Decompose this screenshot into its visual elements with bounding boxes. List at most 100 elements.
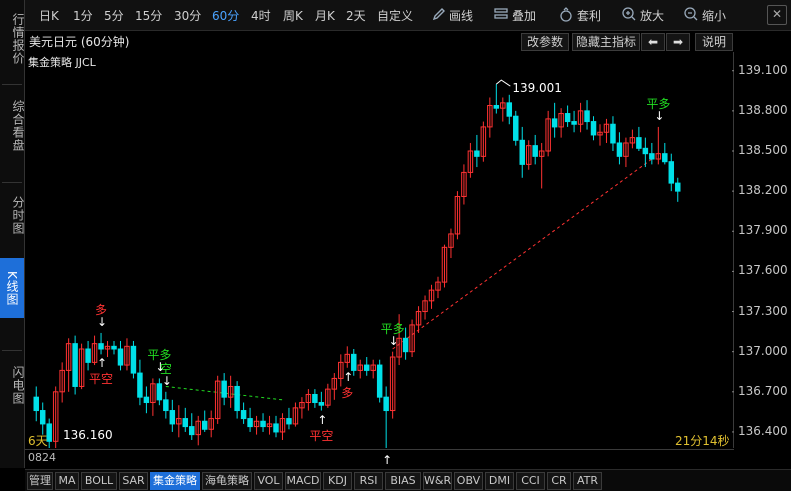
- arbitrage-button[interactable]: 套利: [577, 7, 601, 24]
- candle-body: [221, 380, 227, 398]
- y-tick-label: 138.500: [738, 143, 788, 157]
- period-1min[interactable]: 1分: [73, 7, 93, 24]
- candle-body: [675, 182, 681, 192]
- candle-body: [117, 348, 124, 366]
- signal-label: 平多: [646, 96, 671, 111]
- candle-body: [312, 393, 318, 404]
- signal-label: 平空: [309, 428, 334, 443]
- y-tick-label: 137.600: [738, 263, 788, 278]
- trend-line: [392, 158, 653, 350]
- candle-body: [351, 353, 357, 371]
- period-4h[interactable]: 4时: [251, 7, 271, 24]
- candle-body: [72, 343, 78, 387]
- countdown-timer: 21分14秒: [675, 434, 730, 448]
- indicator-tab[interactable]: MA: [55, 472, 79, 490]
- indicator-tab[interactable]: BOLL: [81, 472, 117, 490]
- high-price-label: 139.001: [512, 81, 562, 95]
- symbol-title: 美元日元 (60分钟): [29, 35, 130, 49]
- zoom-out-icon[interactable]: [683, 6, 699, 22]
- candle-body: [240, 410, 247, 420]
- tab-kline[interactable]: K线图: [0, 258, 24, 318]
- candle-body: [130, 345, 137, 374]
- indicator-tab[interactable]: 集金策略: [150, 472, 200, 490]
- close-icon[interactable]: ✕: [767, 5, 787, 25]
- y-tick-label: 136.400: [738, 423, 788, 438]
- y-tick-label: 136.700: [738, 383, 788, 398]
- candle-body: [610, 123, 616, 144]
- candle-body: [642, 147, 649, 155]
- candle-body: [260, 420, 266, 428]
- candle-body: [189, 426, 195, 436]
- pencil-icon[interactable]: [431, 6, 447, 22]
- indicator-tab[interactable]: W&R: [423, 472, 452, 490]
- candle-body: [668, 161, 675, 184]
- candlestick-chart[interactable]: 139.001: [25, 52, 734, 448]
- up-arrow-icon: ↑: [97, 356, 108, 371]
- tab-divider: [2, 84, 22, 85]
- candle-body: [551, 118, 558, 128]
- indicator-tab[interactable]: MACD: [285, 472, 321, 490]
- candle-body: [234, 385, 240, 412]
- prev-arrow-button[interactable]: ⬅: [641, 33, 665, 51]
- next-arrow-button[interactable]: ➡: [666, 33, 690, 51]
- indicator-tab[interactable]: RSI: [354, 472, 383, 490]
- indicator-tab[interactable]: KDJ: [323, 472, 352, 490]
- period-2day[interactable]: 2天: [346, 7, 366, 24]
- signal-label: 多: [341, 385, 354, 400]
- candle-body: [286, 418, 292, 425]
- tab-quotes[interactable]: 行情报价: [0, 4, 25, 74]
- candle-body: [383, 396, 389, 412]
- signal-label: 平空: [89, 372, 114, 387]
- zoom-out-button[interactable]: 缩小: [702, 7, 726, 24]
- indicator-tab[interactable]: OBV: [454, 472, 483, 490]
- indicator-tab[interactable]: ATR: [573, 472, 602, 490]
- indicator-tab[interactable]: DMI: [485, 472, 514, 490]
- candle-body: [98, 343, 104, 350]
- hide-main-indicator-button[interactable]: 隐藏主指标: [572, 33, 640, 51]
- candle-body: [590, 121, 597, 136]
- tab-lightning[interactable]: 闪电图: [0, 360, 25, 410]
- help-button[interactable]: 说明: [695, 33, 733, 51]
- indicator-tab[interactable]: CCI: [516, 472, 545, 490]
- indicator-tab[interactable]: VOL: [254, 472, 283, 490]
- y-tick-label: 137.300: [738, 303, 788, 318]
- period-monthly[interactable]: 月K: [315, 7, 335, 24]
- low-price-label: 136.160: [63, 428, 113, 442]
- zoom-in-button[interactable]: 放大: [640, 7, 664, 24]
- zoom-in-icon[interactable]: [621, 6, 637, 22]
- candle-body: [85, 348, 91, 363]
- money-bag-icon[interactable]: [558, 6, 574, 22]
- period-custom[interactable]: 自定义: [377, 7, 413, 24]
- candle-body: [564, 113, 571, 123]
- y-tick-label: 137.000: [738, 343, 788, 358]
- tab-divider: [2, 350, 22, 351]
- left-tab-strip: 行情报价 综合看盘 分时图 K线图 闪电图: [0, 0, 25, 468]
- stack-icon[interactable]: [493, 6, 509, 22]
- period-30min[interactable]: 30分: [174, 7, 201, 24]
- candle-body: [513, 115, 519, 141]
- indicator-tab[interactable]: 管理: [27, 472, 53, 490]
- high-pointer: [496, 79, 511, 87]
- edit-params-button[interactable]: 改参数: [521, 33, 569, 51]
- candle-body: [182, 418, 189, 428]
- indicator-tab[interactable]: SAR: [119, 472, 148, 490]
- period-weekly[interactable]: 周K: [283, 7, 303, 24]
- period-5min[interactable]: 5分: [104, 7, 124, 24]
- tab-timeshare[interactable]: 分时图: [0, 190, 25, 240]
- tab-overview[interactable]: 综合看盘: [0, 96, 25, 156]
- period-15min[interactable]: 15分: [135, 7, 162, 24]
- candle-body: [616, 142, 623, 157]
- indicator-tab[interactable]: BIAS: [385, 472, 421, 490]
- indicator-tab[interactable]: CR: [547, 472, 571, 490]
- indicator-tab[interactable]: 海龟策略: [202, 472, 252, 490]
- y-tick-label: 137.900: [738, 223, 788, 238]
- tab-divider: [2, 182, 22, 183]
- candle-body: [571, 121, 577, 125]
- period-60min[interactable]: 60分: [212, 7, 239, 24]
- overlay-button[interactable]: 叠加: [512, 7, 536, 24]
- candle-body: [519, 139, 525, 165]
- candle-body: [662, 153, 668, 163]
- candle-body: [584, 110, 590, 123]
- period-daily[interactable]: 日K: [39, 7, 59, 24]
- draw-line-button[interactable]: 画线: [449, 7, 473, 24]
